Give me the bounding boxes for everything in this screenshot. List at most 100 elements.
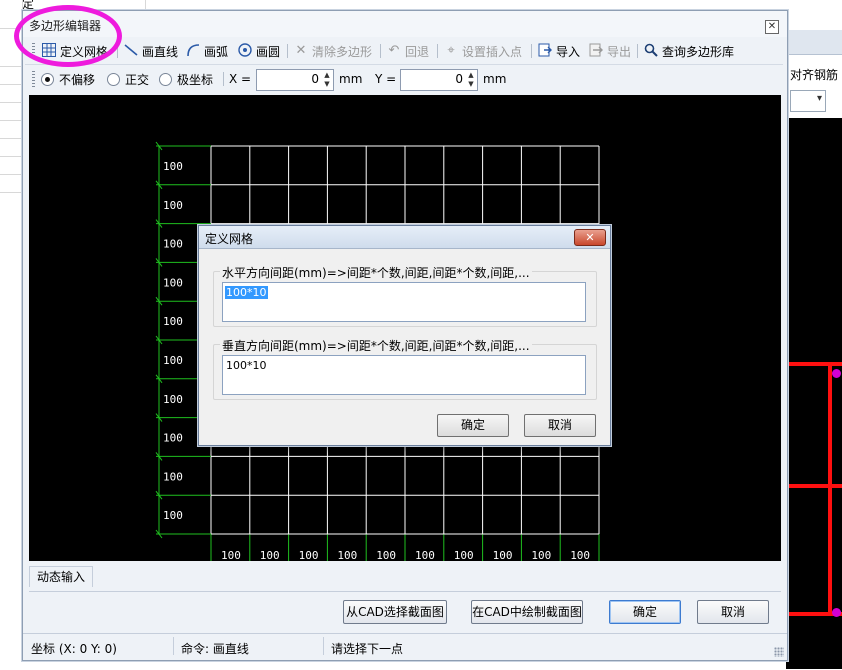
- row-dimension-label: 100: [163, 354, 183, 367]
- toolbar-separator: [437, 44, 438, 58]
- align-rebar-tab[interactable]: 对齐钢筋: [790, 66, 838, 83]
- radio-dot: [41, 73, 54, 86]
- status-prompt: 请选择下一点: [331, 642, 404, 656]
- row-dimension-label: 100: [163, 238, 183, 251]
- mode-no-offset-radio[interactable]: 不偏移: [41, 71, 95, 88]
- x-unit: mm: [339, 72, 363, 86]
- toolbar-separator: [223, 72, 224, 86]
- close-icon[interactable]: ✕: [765, 20, 779, 34]
- red-line: [786, 362, 842, 366]
- highlight-circle: [14, 5, 122, 67]
- background-combo[interactable]: [790, 90, 826, 112]
- status-command: 命令: 画直线: [181, 642, 249, 656]
- vertical-spacing-input[interactable]: 100*10: [222, 355, 586, 395]
- x-label: X =: [229, 72, 252, 86]
- status-divider: [173, 637, 174, 655]
- vertical-spacing-value: 100*10: [226, 359, 267, 372]
- row-dimension-label: 100: [163, 470, 183, 483]
- marker-dot: [832, 369, 841, 378]
- stepper-arrows-icon[interactable]: ▲ ▼: [322, 71, 332, 89]
- y-unit: mm: [483, 72, 507, 86]
- export-button[interactable]: 导出: [588, 42, 631, 60]
- column-dimension-label: 100: [260, 549, 280, 561]
- search-icon: [643, 43, 659, 59]
- draw-section-in-cad-button[interactable]: 在CAD中绘制截面图: [471, 600, 583, 624]
- draw-arc-button[interactable]: 画弧: [185, 42, 228, 60]
- row-dimension-label: 100: [163, 199, 183, 212]
- column-dimension-label: 100: [376, 549, 396, 561]
- query-polygon-library-button[interactable]: 查询多边形库: [643, 42, 734, 60]
- define-grid-dialog: 定义网格 ✕ 水平方向间距(mm)=>间距*个数,间距,间距*个数,间距,...…: [198, 225, 611, 446]
- status-divider: [323, 637, 324, 655]
- row-dimension-label: 100: [163, 276, 183, 289]
- arc-icon: [185, 43, 201, 59]
- mode-orthogonal-radio[interactable]: 正交: [107, 71, 149, 88]
- close-icon[interactable]: ✕: [574, 229, 606, 246]
- toolbar-separator: [531, 44, 532, 58]
- cancel-button[interactable]: 取消: [697, 600, 769, 624]
- horizontal-spacing-group: 水平方向间距(mm)=>间距*个数,间距,间距*个数,间距,... 100*10: [213, 264, 597, 327]
- background-title-strip: [786, 30, 842, 55]
- resize-grip-icon[interactable]: [774, 647, 784, 657]
- select-section-from-cad-button[interactable]: 从CAD选择截面图: [343, 600, 447, 624]
- background-cad-view: [786, 118, 842, 669]
- mode-polar-radio[interactable]: 极坐标: [159, 71, 213, 88]
- y-label: Y =: [375, 72, 397, 86]
- column-dimension-label: 100: [337, 549, 357, 561]
- column-dimension-label: 100: [493, 549, 513, 561]
- column-dimension-label: 100: [221, 549, 241, 561]
- dynamic-input-tab[interactable]: 动态输入: [29, 566, 93, 587]
- action-button-row: 从CAD选择截面图 在CAD中绘制截面图 确定 取消: [29, 591, 781, 630]
- clear-icon: ✕: [295, 43, 307, 58]
- dialog-cancel-button[interactable]: 取消: [524, 414, 596, 437]
- dialog-ok-button[interactable]: 确定: [437, 414, 509, 437]
- draw-circle-button[interactable]: 画圆: [237, 42, 280, 60]
- column-dimension-label: 100: [415, 549, 435, 561]
- circle-icon: [237, 43, 253, 59]
- radio-dot: [107, 73, 120, 86]
- row-dimension-label: 100: [163, 432, 183, 445]
- insert-point-icon: ⌖: [447, 43, 455, 58]
- line-icon: [123, 43, 139, 59]
- undo-button[interactable]: ↶ 回退: [386, 42, 429, 60]
- window-titlebar[interactable]: 多边形编辑器 ✕: [23, 11, 787, 37]
- toolbar-separator: [380, 44, 381, 58]
- dialog-title: 定义网格: [205, 232, 254, 246]
- red-line: [786, 484, 842, 488]
- export-icon: [588, 43, 604, 59]
- toolbar-separator: [637, 44, 638, 58]
- horizontal-spacing-value: 100*10: [225, 286, 268, 299]
- toolbar-grip[interactable]: [32, 71, 35, 87]
- red-line: [828, 362, 832, 616]
- toolbar-separator: [287, 44, 288, 58]
- column-dimension-label: 100: [531, 549, 551, 561]
- row-dimension-label: 100: [163, 160, 183, 173]
- horizontal-spacing-label: 水平方向间距(mm)=>间距*个数,间距,间距*个数,间距,...: [220, 264, 532, 281]
- coordinate-toolbar: 不偏移 正交 极坐标 X = 0 ▲ ▼ mm Y = 0 ▲ ▼ mm: [25, 66, 783, 92]
- undo-icon: ↶: [388, 43, 400, 58]
- radio-dot: [159, 73, 172, 86]
- dialog-titlebar[interactable]: 定义网格 ✕: [199, 226, 610, 249]
- set-insert-point-button[interactable]: ⌖ 设置插入点: [443, 42, 522, 60]
- import-button[interactable]: 导入: [537, 42, 580, 60]
- stepper-arrows-icon[interactable]: ▲ ▼: [466, 71, 476, 89]
- y-coordinate-stepper[interactable]: 0 ▲ ▼: [400, 69, 478, 91]
- row-dimension-label: 100: [163, 393, 183, 406]
- vertical-spacing-group: 垂直方向间距(mm)=>间距*个数,间距,间距*个数,间距,... 100*10: [213, 337, 597, 400]
- row-dimension-label: 100: [163, 315, 183, 328]
- column-dimension-label: 100: [570, 549, 590, 561]
- import-icon: [537, 43, 553, 59]
- column-dimension-label: 100: [454, 549, 474, 561]
- marker-dot: [832, 608, 841, 617]
- main-toolbar: 定义网格 画直线 画弧 画圆 ✕ 清除多边形 ↶ 回退 ⌖ 设置插入点 导入 导…: [25, 38, 783, 65]
- clear-polygon-button[interactable]: ✕ 清除多边形: [293, 42, 372, 60]
- ok-button[interactable]: 确定: [609, 600, 681, 624]
- horizontal-spacing-input[interactable]: 100*10: [222, 282, 586, 322]
- column-dimension-label: 100: [299, 549, 319, 561]
- status-coordinates: 坐标 (X: 0 Y: 0): [31, 642, 117, 656]
- status-bar: 坐标 (X: 0 Y: 0) 命令: 画直线 请选择下一点: [23, 633, 787, 660]
- draw-line-button[interactable]: 画直线: [123, 42, 178, 60]
- row-dimension-label: 100: [163, 509, 183, 522]
- x-coordinate-stepper[interactable]: 0 ▲ ▼: [256, 69, 334, 91]
- background-app-panel: 对齐钢筋: [786, 0, 842, 669]
